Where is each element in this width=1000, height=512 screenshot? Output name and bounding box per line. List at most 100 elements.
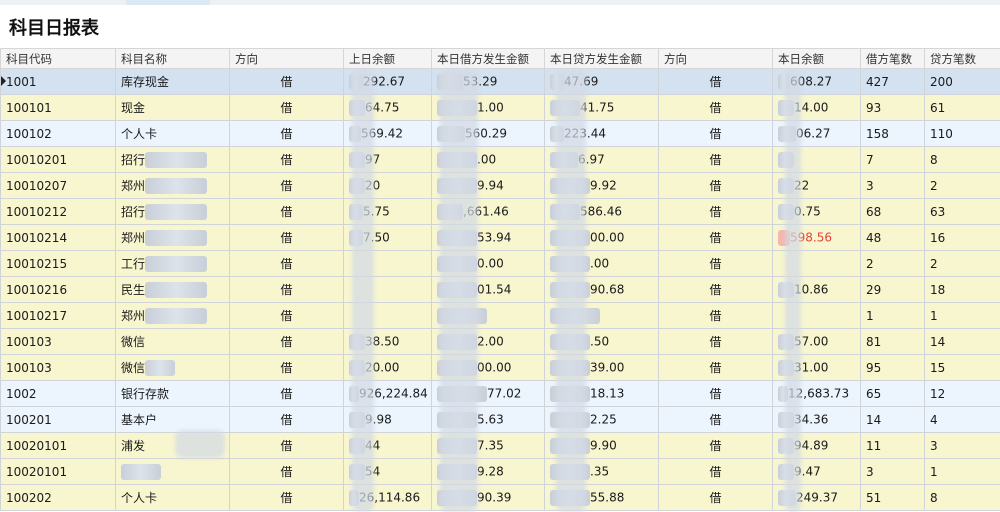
table-row[interactable]: 10010207 郑州 借 20 9.94 9.92 借 22 3 2 bbox=[0, 172, 1000, 199]
credit-count-cell[interactable]: 15 bbox=[924, 354, 1000, 381]
col-header-credit-amount[interactable]: 本日贷方发生金额 bbox=[544, 48, 659, 69]
table-row[interactable]: 100201 基本户 借 9.98 5.63 2.25 借 34.36 14 4 bbox=[0, 406, 1000, 433]
direction-cell[interactable]: 借 bbox=[658, 224, 773, 251]
debit-count-cell[interactable]: 95 bbox=[860, 354, 925, 381]
account-code-cell[interactable]: 1001 bbox=[0, 68, 116, 95]
credit-count-cell[interactable]: 8 bbox=[924, 484, 1000, 511]
table-row[interactable]: 10010215 工行 借 0.00 .00 借 2 2 bbox=[0, 250, 1000, 277]
table-row[interactable]: 100201​01 借 54 9.28 .35 借 9.47 3 1 bbox=[0, 458, 1000, 485]
debit-count-cell[interactable]: 3 bbox=[860, 172, 925, 199]
credit-count-cell[interactable]: 16 bbox=[924, 224, 1000, 251]
col-header-balance[interactable]: 本日余额 bbox=[772, 48, 861, 69]
account-name-cell[interactable]: 郑州 bbox=[115, 224, 230, 251]
account-code-cell[interactable]: 100201 bbox=[0, 406, 116, 433]
account-name-cell[interactable]: 基本户 bbox=[115, 406, 230, 433]
debit-count-cell[interactable]: 1 bbox=[860, 302, 925, 329]
table-row[interactable]: 10010217 郑州 借 借 1 1 bbox=[0, 302, 1000, 329]
debit-count-cell[interactable]: 14 bbox=[860, 406, 925, 433]
account-name-cell[interactable]: 银行存款 bbox=[115, 380, 230, 407]
direction-cell[interactable]: 借 bbox=[658, 380, 773, 407]
account-code-cell[interactable]: 100102 bbox=[0, 120, 116, 147]
direction-cell[interactable]: 借 bbox=[658, 328, 773, 355]
table-row[interactable]: 10010216 民生 借 01.54 90.68 借 10.86 29 18 bbox=[0, 276, 1000, 303]
direction-cell[interactable]: 借 bbox=[229, 224, 344, 251]
credit-count-cell[interactable]: 8 bbox=[924, 146, 1000, 173]
col-header-debit-amount[interactable]: 本日借方发生金额 bbox=[431, 48, 545, 69]
debit-count-cell[interactable]: 427 bbox=[860, 68, 925, 95]
direction-cell[interactable]: 借 bbox=[658, 354, 773, 381]
account-name-cell[interactable]: 民生 bbox=[115, 276, 230, 303]
account-code-cell[interactable]: 10010215 bbox=[0, 250, 116, 277]
col-header-account-name[interactable]: 科目名称 bbox=[115, 48, 230, 69]
credit-count-cell[interactable]: 2 bbox=[924, 250, 1000, 277]
col-header-direction-2[interactable]: 方向 bbox=[658, 48, 773, 69]
direction-cell[interactable]: 借 bbox=[229, 484, 344, 511]
account-name-cell[interactable]: 郑州 bbox=[115, 302, 230, 329]
credit-count-cell[interactable]: 63 bbox=[924, 198, 1000, 225]
table-row[interactable]: 10010214 郑州 借 7.50 53.94 00.00 借 598.56 … bbox=[0, 224, 1000, 251]
account-code-cell[interactable]: 100101 bbox=[0, 94, 116, 121]
direction-cell[interactable]: 借 bbox=[229, 68, 344, 95]
col-header-prev-balance[interactable]: 上日余额 bbox=[343, 48, 432, 69]
direction-cell[interactable]: 借 bbox=[229, 94, 344, 121]
credit-count-cell[interactable]: 18 bbox=[924, 276, 1000, 303]
account-code-cell[interactable]: 10010217 bbox=[0, 302, 116, 329]
account-name-cell[interactable]: 郑州 bbox=[115, 172, 230, 199]
debit-count-cell[interactable]: 11 bbox=[860, 432, 925, 459]
direction-cell[interactable]: 借 bbox=[658, 172, 773, 199]
debit-count-cell[interactable]: 3 bbox=[860, 458, 925, 485]
account-name-cell[interactable]: 个人卡 bbox=[115, 120, 230, 147]
direction-cell[interactable]: 借 bbox=[658, 146, 773, 173]
active-tab-indicator[interactable] bbox=[126, 0, 210, 5]
credit-count-cell[interactable]: 4 bbox=[924, 406, 1000, 433]
debit-count-cell[interactable]: 51 bbox=[860, 484, 925, 511]
direction-cell[interactable]: 借 bbox=[658, 484, 773, 511]
col-header-account-code[interactable]: 科目代码 bbox=[0, 48, 116, 69]
debit-count-cell[interactable]: 65 bbox=[860, 380, 925, 407]
table-row[interactable]: 100103 微信 借 20.00 00.00 39.00 借 31.00 95… bbox=[0, 354, 1000, 381]
direction-cell[interactable]: 借 bbox=[229, 432, 344, 459]
account-code-cell[interactable]: 100103 bbox=[0, 354, 116, 381]
credit-count-cell[interactable]: 1 bbox=[924, 458, 1000, 485]
direction-cell[interactable]: 借 bbox=[229, 354, 344, 381]
direction-cell[interactable]: 借 bbox=[229, 172, 344, 199]
credit-count-cell[interactable]: 110 bbox=[924, 120, 1000, 147]
direction-cell[interactable]: 借 bbox=[658, 302, 773, 329]
debit-count-cell[interactable]: 29 bbox=[860, 276, 925, 303]
col-header-credit-count[interactable]: 贷方笔数 bbox=[924, 48, 1000, 69]
account-code-cell[interactable]: 100201​01 bbox=[0, 432, 116, 459]
direction-cell[interactable]: 借 bbox=[229, 146, 344, 173]
account-name-cell[interactable]: 个人卡 bbox=[115, 484, 230, 511]
direction-cell[interactable]: 借 bbox=[658, 94, 773, 121]
table-row[interactable]: 100101 现金 借 64.75 1.00 41.75 借 14.00 93 … bbox=[0, 94, 1000, 121]
account-name-cell[interactable]: 招行 bbox=[115, 146, 230, 173]
col-header-debit-count[interactable]: 借方笔数 bbox=[860, 48, 925, 69]
account-code-cell[interactable]: 1002 bbox=[0, 380, 116, 407]
account-code-cell[interactable]: 10010201 bbox=[0, 146, 116, 173]
direction-cell[interactable]: 借 bbox=[658, 120, 773, 147]
credit-count-cell[interactable]: 3 bbox=[924, 432, 1000, 459]
direction-cell[interactable]: 借 bbox=[229, 380, 344, 407]
direction-cell[interactable]: 借 bbox=[229, 328, 344, 355]
account-name-cell[interactable]: 招行 bbox=[115, 198, 230, 225]
debit-count-cell[interactable]: 93 bbox=[860, 94, 925, 121]
table-row[interactable]: 1002 银行存款 借 926,224.84 77.02 18.13 借 12,… bbox=[0, 380, 1000, 407]
account-code-cell[interactable]: 10010214 bbox=[0, 224, 116, 251]
debit-count-cell[interactable]: 158 bbox=[860, 120, 925, 147]
account-name-cell[interactable]: 微信 bbox=[115, 354, 230, 381]
direction-cell[interactable]: 借 bbox=[658, 276, 773, 303]
account-code-cell[interactable]: 100202 bbox=[0, 484, 116, 511]
table-row[interactable]: 100102 个人卡 借 569.42 560.29 223.44 借 06.2… bbox=[0, 120, 1000, 147]
debit-count-cell[interactable]: 68 bbox=[860, 198, 925, 225]
debit-count-cell[interactable]: 48 bbox=[860, 224, 925, 251]
table-row[interactable]: 10010201 招行 借 97 .00 6.97 借 7 8 bbox=[0, 146, 1000, 173]
credit-count-cell[interactable]: 200 bbox=[924, 68, 1000, 95]
account-name-cell[interactable]: 微信 bbox=[115, 328, 230, 355]
account-code-cell[interactable]: 10010207 bbox=[0, 172, 116, 199]
direction-cell[interactable]: 借 bbox=[658, 198, 773, 225]
account-code-cell[interactable]: 10010212 bbox=[0, 198, 116, 225]
table-row[interactable]: 100201​01 浦发 借 44 7.35 9.90 借 94.89 11 3 bbox=[0, 432, 1000, 459]
direction-cell[interactable]: 借 bbox=[229, 406, 344, 433]
direction-cell[interactable]: 借 bbox=[658, 68, 773, 95]
table-row[interactable]: 10010212 招行 借 5.75 ,661.46 586.46 借 0.75… bbox=[0, 198, 1000, 225]
